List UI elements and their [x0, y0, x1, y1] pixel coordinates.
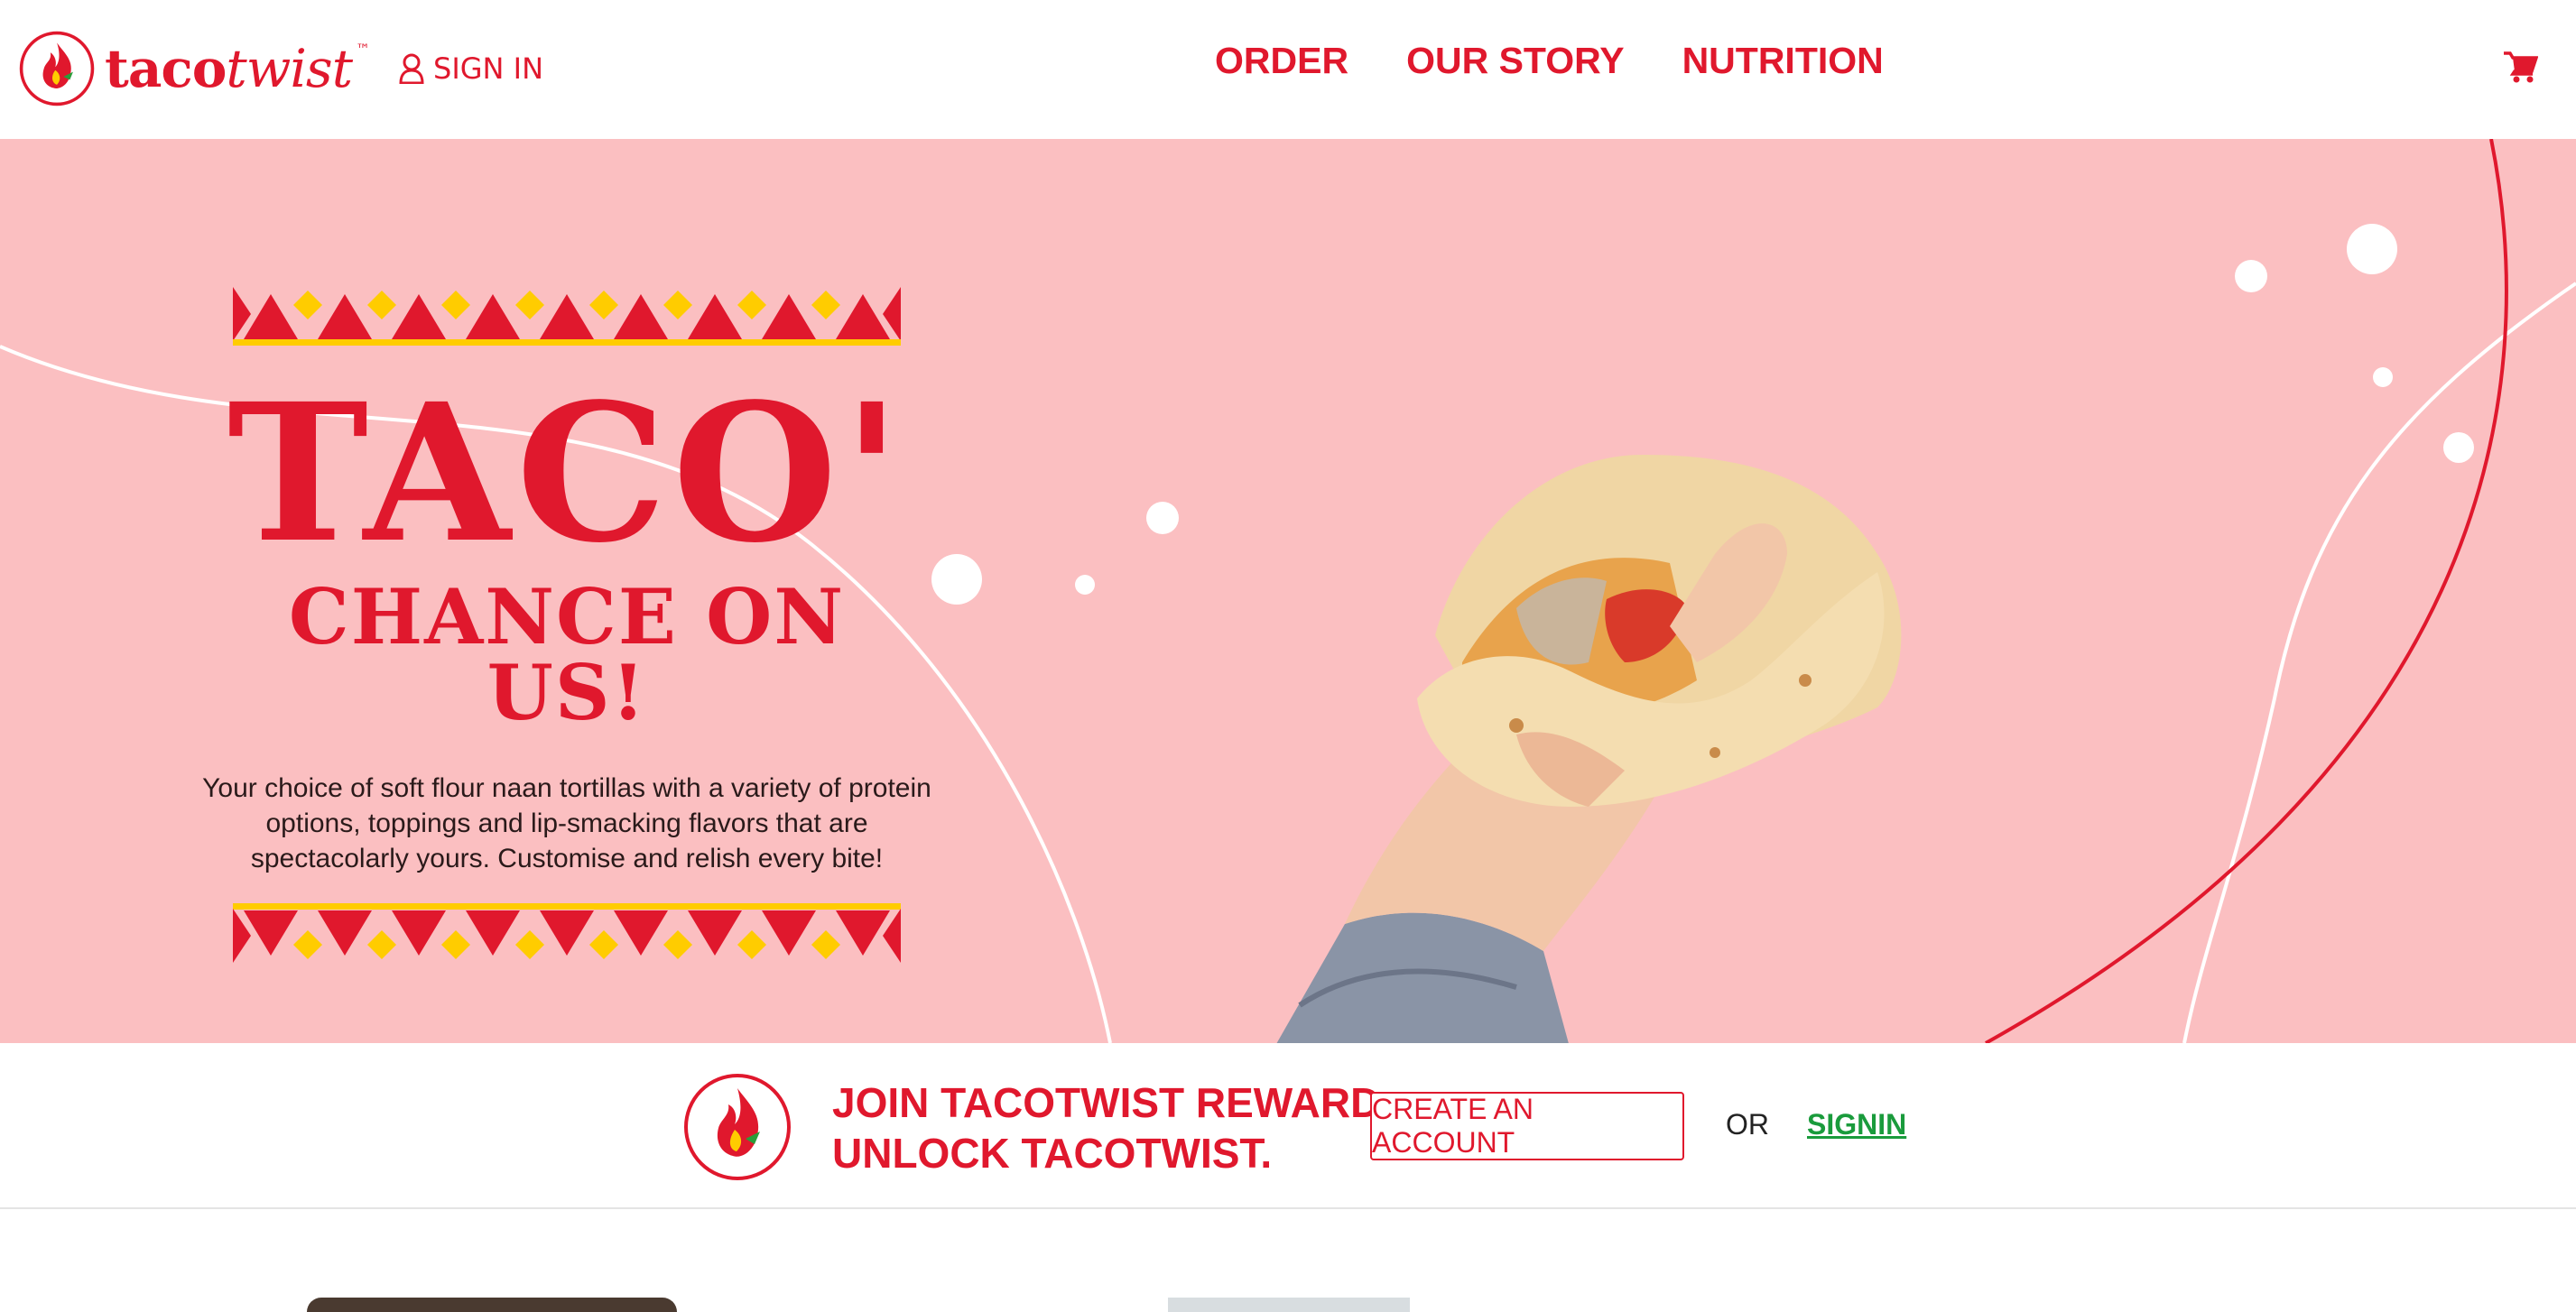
- menu-card-image-1[interactable]: [307, 1298, 677, 1312]
- bottom-zigzag-pattern: [233, 903, 901, 963]
- sign-in-link[interactable]: SIGN IN: [399, 45, 543, 92]
- hero-copy: TACO' CHANCE ON US! Your choice of soft …: [202, 287, 931, 963]
- sign-in-label: SIGN IN: [433, 51, 544, 86]
- nav-order[interactable]: ORDER: [1215, 40, 1348, 82]
- cart-icon[interactable]: [2504, 51, 2538, 83]
- hero-title: TACO': [227, 362, 907, 585]
- flame-logo-icon: [19, 31, 95, 106]
- menu-card-image-2[interactable]: [1168, 1298, 1410, 1312]
- logo-word-bold: taco: [105, 38, 227, 99]
- tacotwist-logo[interactable]: tacotwist ™: [18, 23, 370, 114]
- flame-badge-icon: [684, 1074, 791, 1180]
- nav-our-story[interactable]: OUR STORY: [1406, 40, 1624, 82]
- reward-headline: JOIN TACOTWIST REWARD. UNLOCK TACOTWIST.: [832, 1077, 1392, 1178]
- top-zigzag-pattern: [233, 287, 901, 346]
- signin-link[interactable]: SIGNIN: [1807, 1108, 1906, 1141]
- reward-signup-band: JOIN TACOTWIST REWARD. UNLOCK TACOTWIST.…: [0, 1043, 2576, 1209]
- nav-nutrition[interactable]: NUTRITION: [1682, 40, 1884, 82]
- hero-description: Your choice of soft flour naan tortillas…: [202, 773, 931, 873]
- hero-subtitle: CHANCE ON US!: [288, 572, 846, 737]
- hand-holding-taco-image: [1276, 455, 1902, 1043]
- reward-line-1: JOIN TACOTWIST REWARD.: [832, 1079, 1393, 1126]
- create-account-button[interactable]: CREATE AN ACCOUNT: [1370, 1092, 1684, 1160]
- hero-banner: TACO' CHANCE ON US! Your choice of soft …: [0, 139, 2576, 1043]
- reward-line-2: UNLOCK TACOTWIST.: [832, 1130, 1273, 1177]
- logo-word-light: twist: [226, 38, 353, 99]
- logo-wordmark: tacotwist: [105, 38, 353, 99]
- site-header: tacotwist ™ SIGN IN ORDER OUR STORY NUTR…: [0, 0, 2576, 139]
- or-separator: OR: [1726, 1108, 1769, 1141]
- main-nav: ORDER OUR STORY NUTRITION: [1215, 40, 1884, 82]
- trademark-mark: ™: [356, 40, 370, 58]
- user-icon: [399, 53, 424, 84]
